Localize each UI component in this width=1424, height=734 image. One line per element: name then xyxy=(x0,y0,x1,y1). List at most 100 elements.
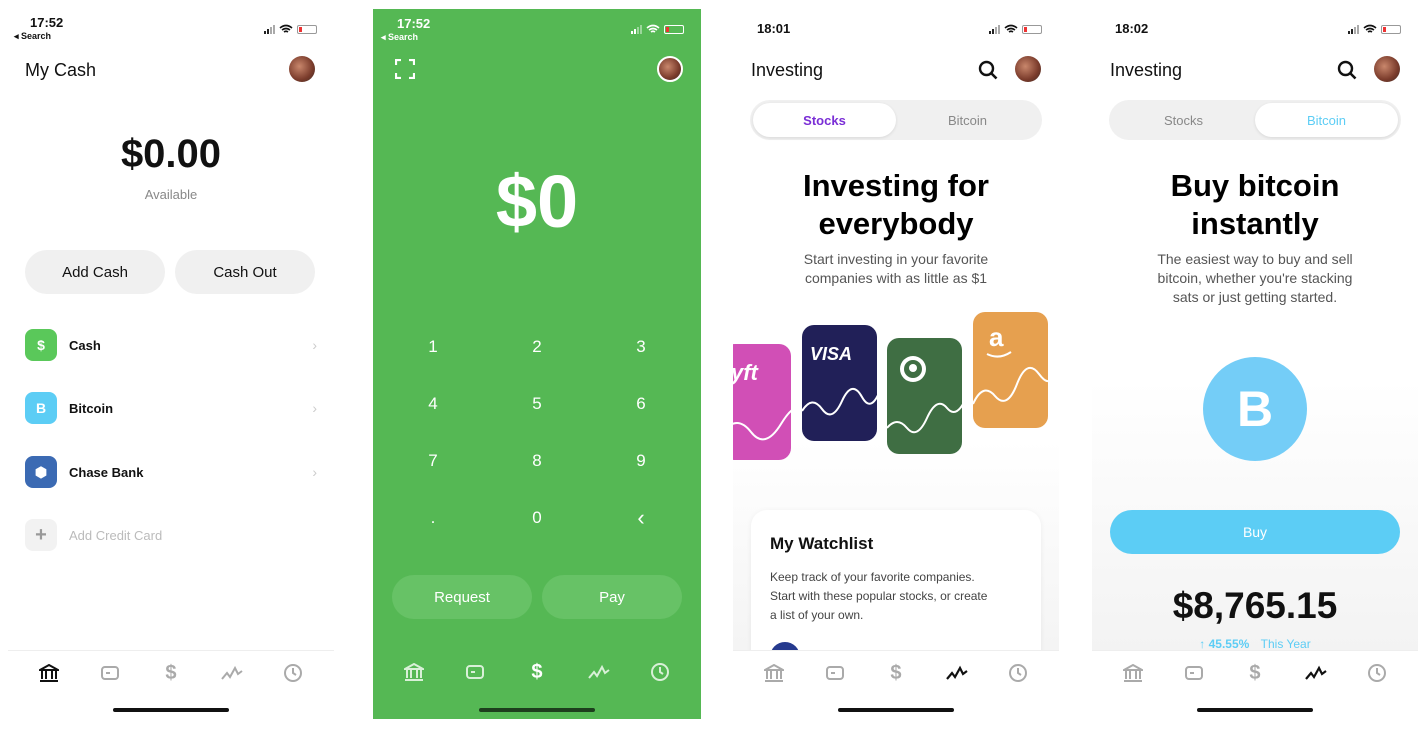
watchlist-text-line3: a list of your own. xyxy=(770,608,864,622)
dollar-tab-icon[interactable]: $ xyxy=(884,661,908,685)
key-3[interactable]: 3 xyxy=(611,337,671,357)
status-time: 18:02 xyxy=(1115,21,1149,36)
investing-tab-icon[interactable] xyxy=(945,661,969,685)
search-icon[interactable] xyxy=(978,60,998,80)
account-label: Chase Bank xyxy=(69,464,144,480)
bank-tab-icon[interactable] xyxy=(37,661,61,685)
watchlist-text-line2: Start with these popular stocks, or crea… xyxy=(770,589,988,603)
signal-icon xyxy=(264,24,275,34)
chase-icon: ⬢ xyxy=(25,456,57,488)
avatar[interactable] xyxy=(289,56,315,82)
key-7[interactable]: 7 xyxy=(403,451,463,471)
starbucks-stock-card[interactable] xyxy=(887,338,962,454)
account-row-bitcoin[interactable]: B Bitcoin › xyxy=(25,388,317,428)
lyft-chart-line xyxy=(733,409,791,441)
status-time: 17:52 xyxy=(30,15,64,30)
back-to-search-link[interactable]: ◂ Search xyxy=(381,32,418,43)
pay-button[interactable]: Pay xyxy=(542,575,682,619)
status-time: 18:01 xyxy=(757,21,791,36)
bank-tab-icon[interactable] xyxy=(762,661,786,685)
status-time: 17:52 xyxy=(397,16,431,31)
scan-icon[interactable] xyxy=(395,59,415,79)
investing-stocks-screen: 18:01 Investing Stocks Bitcoin Investing… xyxy=(733,0,1059,734)
buy-bitcoin-button[interactable]: Buy xyxy=(1110,510,1400,554)
tab-stocks[interactable]: Stocks xyxy=(1112,103,1255,137)
bank-tab-icon[interactable] xyxy=(1121,661,1145,685)
battery-icon xyxy=(664,24,684,34)
dollar-icon: $ xyxy=(25,329,57,361)
amazon-stock-card[interactable]: a xyxy=(973,312,1048,428)
key-0[interactable]: 0 xyxy=(507,508,567,528)
bitcoin-icon: B xyxy=(25,392,57,424)
card-tab-icon[interactable] xyxy=(463,660,487,684)
dollar-tab-icon[interactable]: $ xyxy=(159,661,183,685)
status-icons xyxy=(631,24,684,34)
activity-tab-icon[interactable] xyxy=(281,661,305,685)
tab-bar: $ xyxy=(8,650,334,734)
avatar[interactable] xyxy=(1015,56,1041,82)
bitcoin-price: $8,765.15 xyxy=(1172,585,1338,626)
dollar-tab-icon[interactable]: $ xyxy=(525,660,549,684)
signal-icon xyxy=(989,24,1000,34)
dollar-tab-icon[interactable]: $ xyxy=(1243,661,1267,685)
bank-tab-icon[interactable] xyxy=(402,660,426,684)
hero-title-line1: Investing for xyxy=(802,168,989,203)
investing-bitcoin-screen: 18:02 Investing Stocks Bitcoin Buy bitco… xyxy=(1092,0,1418,734)
account-row-chase-bank[interactable]: ⬢ Chase Bank › xyxy=(25,452,317,492)
page-title: Investing xyxy=(1110,60,1183,80)
wifi-icon xyxy=(1004,24,1018,33)
investing-tab-icon[interactable] xyxy=(587,660,611,684)
avatar[interactable] xyxy=(1374,56,1400,82)
price-change-percent: ↑ 45.55% xyxy=(1199,637,1250,651)
watchlist-description: Keep track of your favorite companies. S… xyxy=(770,568,987,625)
price-change: ↑ 45.55% This Year xyxy=(1092,637,1418,651)
battery-icon xyxy=(1022,24,1042,34)
status-icons xyxy=(1348,24,1401,34)
search-icon[interactable] xyxy=(1337,60,1357,80)
add-cash-button[interactable]: Add Cash xyxy=(25,250,165,294)
decimal-key[interactable]: . xyxy=(403,508,463,528)
cash-out-button[interactable]: Cash Out xyxy=(175,250,315,294)
visa-chart-line xyxy=(802,388,877,416)
investing-segmented-control: Stocks Bitcoin xyxy=(1109,100,1401,140)
starbucks-chart-line xyxy=(887,402,962,434)
request-button[interactable]: Request xyxy=(392,575,532,619)
card-tab-icon[interactable] xyxy=(1182,661,1206,685)
add-credit-card-label: Add Credit Card xyxy=(69,527,163,543)
battery-icon xyxy=(297,24,317,34)
add-credit-card-row[interactable]: + Add Credit Card xyxy=(25,515,317,555)
amount-display: $0 xyxy=(495,160,579,243)
hero-subtitle-line3: sats or just getting started. xyxy=(1172,289,1338,305)
visa-stock-card[interactable]: VISA xyxy=(802,325,877,441)
investing-tab-icon[interactable] xyxy=(1304,661,1328,685)
key-4[interactable]: 4 xyxy=(403,394,463,414)
key-8[interactable]: 8 xyxy=(507,451,567,471)
tab-stocks[interactable]: Stocks xyxy=(753,103,896,137)
lyft-stock-card[interactable]: yft xyxy=(733,344,791,460)
page-title: My Cash xyxy=(25,60,97,80)
tab-bitcoin[interactable]: Bitcoin xyxy=(896,103,1039,137)
home-indicator xyxy=(113,708,229,712)
key-9[interactable]: 9 xyxy=(611,451,671,471)
status-bar: 18:02 xyxy=(1092,0,1418,44)
account-row-cash[interactable]: $ Cash › xyxy=(25,325,317,365)
investing-tab-icon[interactable] xyxy=(220,661,244,685)
plus-icon: + xyxy=(25,519,57,551)
key-2[interactable]: 2 xyxy=(507,337,567,357)
key-1[interactable]: 1 xyxy=(403,337,463,357)
activity-tab-icon[interactable] xyxy=(1365,661,1389,685)
tab-bitcoin[interactable]: Bitcoin xyxy=(1255,103,1398,137)
key-5[interactable]: 5 xyxy=(507,394,567,414)
activity-tab-icon[interactable] xyxy=(1006,661,1030,685)
key-6[interactable]: 6 xyxy=(611,394,671,414)
backspace-key[interactable]: ‹ xyxy=(611,505,671,531)
activity-tab-icon[interactable] xyxy=(648,660,672,684)
back-to-search-link[interactable]: ◂ Search xyxy=(14,31,51,42)
status-icons xyxy=(264,24,317,34)
card-tab-icon[interactable] xyxy=(823,661,847,685)
card-tab-icon[interactable] xyxy=(98,661,122,685)
avatar[interactable] xyxy=(657,56,683,82)
watchlist-text-line1: Keep track of your favorite companies. xyxy=(770,570,975,584)
bitcoin-icon: B xyxy=(1203,357,1307,461)
battery-icon xyxy=(1381,24,1401,34)
